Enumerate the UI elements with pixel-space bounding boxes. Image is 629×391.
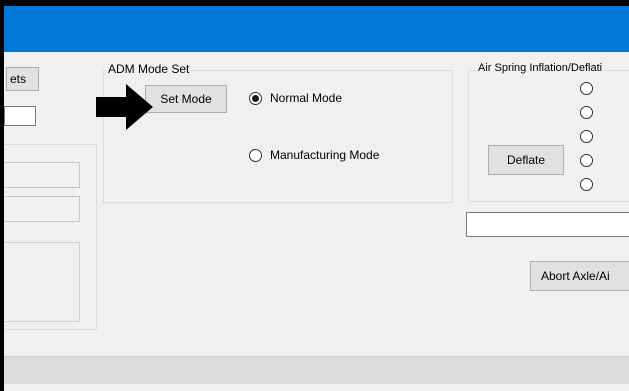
left-partial-button[interactable]: ets	[6, 67, 39, 91]
set-mode-button[interactable]: Set Mode	[145, 85, 227, 113]
title-bar[interactable]	[4, 6, 629, 52]
air-spring-option-2-radio[interactable]	[580, 106, 593, 119]
left-readonly-field-2	[4, 196, 80, 222]
normal-mode-radio[interactable]	[249, 92, 262, 105]
air-spring-groupbox	[468, 70, 629, 202]
abort-axle-button[interactable]: Abort Axle/Ai	[530, 261, 629, 291]
left-display-area	[4, 242, 80, 322]
left-text-field[interactable]	[4, 106, 36, 126]
normal-mode-label[interactable]: Normal Mode	[270, 91, 342, 105]
arrow-right-icon	[96, 84, 153, 130]
status-bar	[4, 356, 629, 384]
air-spring-status-field[interactable]	[466, 212, 629, 237]
air-spring-option-4-radio[interactable]	[580, 154, 593, 167]
bottom-strip	[4, 384, 629, 391]
air-spring-option-1-radio[interactable]	[580, 82, 593, 95]
air-spring-option-5-radio[interactable]	[580, 178, 593, 191]
adm-mode-group-title: ADM Mode Set	[106, 62, 192, 76]
manufacturing-mode-radio[interactable]	[249, 149, 262, 162]
application-window: ets ADM Mode Set Set Mode Normal Mode Ma…	[4, 6, 629, 391]
manufacturing-mode-label[interactable]: Manufacturing Mode	[270, 148, 379, 162]
deflate-button[interactable]: Deflate	[488, 145, 564, 175]
air-spring-option-3-radio[interactable]	[580, 130, 593, 143]
air-spring-group-title: Air Spring Inflation/Deflati	[476, 62, 605, 74]
left-readonly-field-1	[4, 162, 80, 188]
